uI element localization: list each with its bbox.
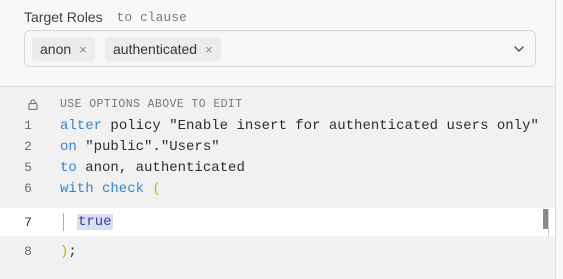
code-token: ; — [68, 243, 77, 260]
chevron-down-icon[interactable] — [513, 43, 525, 55]
line-number: 7 — [24, 214, 32, 230]
code-token: policy "Enable insert for authenticated … — [102, 117, 539, 134]
code-line[interactable]: 1 alter policy "Enable insert for authent… — [0, 115, 555, 136]
code-line[interactable]: 5 to anon, authenticated — [0, 157, 555, 178]
text-caret — [63, 213, 64, 231]
code-token: "public"."Users" — [76, 138, 220, 155]
code-text: alter policy "Enable insert for authenti… — [60, 118, 539, 134]
sql-code-editor[interactable]: USE OPTIONS ABOVE TO EDIT 1 alter policy … — [0, 87, 555, 279]
code-token-true: true — [77, 214, 113, 230]
code-line-active[interactable]: 7 true — [0, 208, 555, 236]
code-token: on — [60, 138, 77, 155]
code-token: anon, authenticated — [76, 159, 245, 176]
code-token: to — [60, 159, 77, 176]
remove-role-icon[interactable]: × — [79, 42, 87, 57]
code-token: alter — [60, 117, 103, 134]
target-roles-label: Target Roles — [24, 9, 103, 25]
editor-scrollbar-track — [548, 209, 549, 237]
line-number: 8 — [24, 244, 32, 259]
code-text: ); — [60, 244, 77, 260]
code-line[interactable]: 8 ); — [0, 241, 555, 262]
line-number: 6 — [24, 181, 32, 196]
code-text: to anon, authenticated — [60, 160, 245, 176]
role-chip-authenticated: authenticated × — [105, 37, 221, 61]
line-number: 2 — [24, 139, 32, 154]
code-token: with check — [60, 180, 145, 197]
editor-info-row: USE OPTIONS ABOVE TO EDIT — [0, 94, 555, 115]
target-roles-header: Target Roles to clause — [24, 8, 187, 26]
code-token: ( — [152, 180, 161, 197]
code-line[interactable]: 2 on "public"."Users" — [0, 136, 555, 157]
role-chip-label: authenticated — [113, 41, 198, 57]
panel-right-border — [555, 0, 556, 279]
to-clause-hint: to clause — [116, 9, 187, 25]
target-roles-select[interactable]: anon × authenticated × — [24, 30, 536, 67]
remove-role-icon[interactable]: × — [205, 42, 213, 57]
role-chip-label: anon — [40, 41, 72, 57]
code-text: on "public"."Users" — [60, 139, 220, 155]
use-options-notice: USE OPTIONS ABOVE TO EDIT — [60, 98, 243, 111]
code-text: with check ( — [60, 181, 161, 197]
line-number: 1 — [24, 118, 32, 133]
code-line[interactable]: 6 with check ( — [0, 178, 555, 199]
role-chip-anon: anon × — [32, 37, 95, 61]
line-number: 5 — [24, 160, 32, 175]
